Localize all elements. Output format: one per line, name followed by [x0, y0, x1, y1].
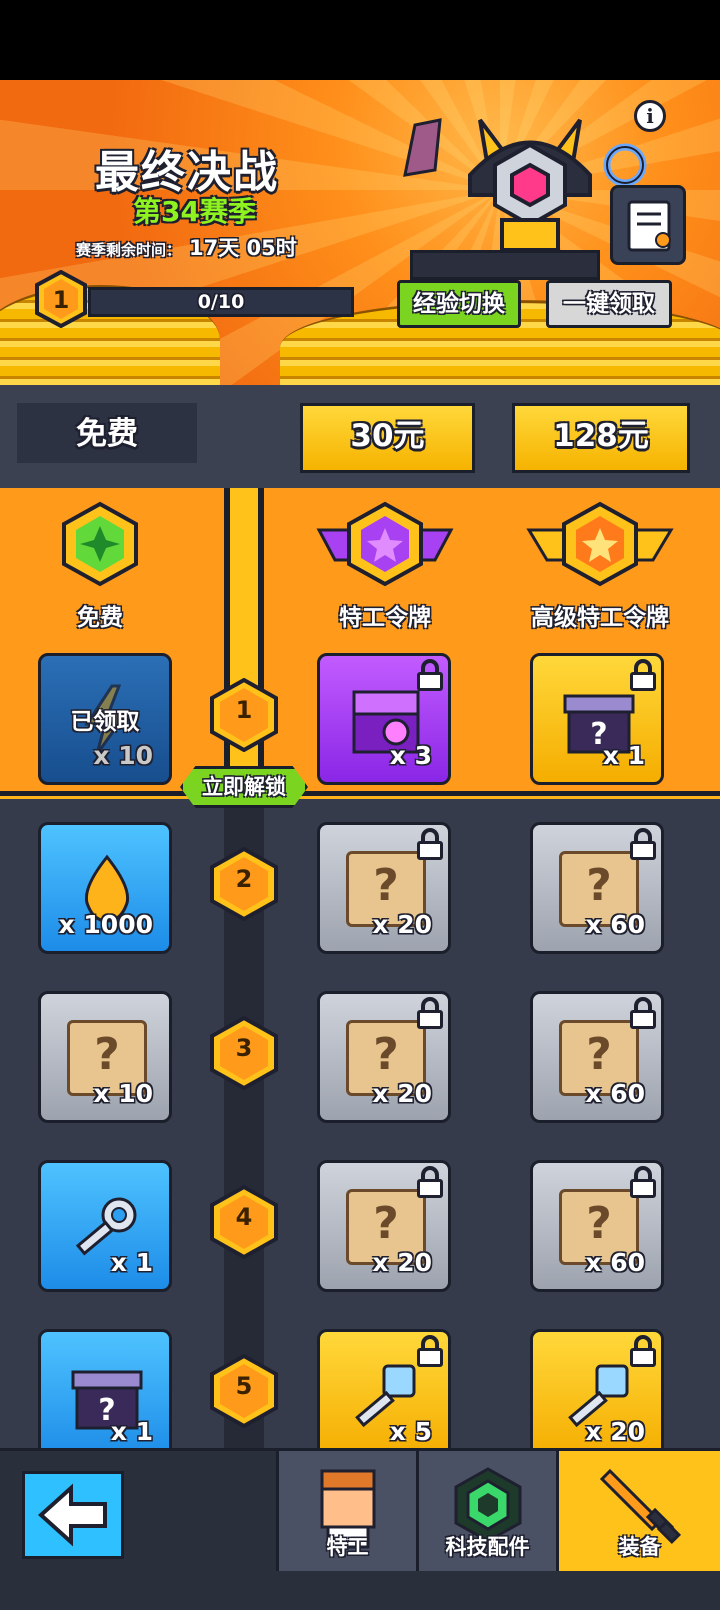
reward-qty: x 60	[585, 1248, 645, 1277]
tab-equip[interactable]: 装备	[556, 1451, 720, 1571]
tier-128-button[interactable]: 128元	[512, 403, 690, 473]
status-bar	[0, 0, 720, 80]
tab-tech-label: 科技配件	[445, 1535, 530, 1559]
level-marker-label: 5	[235, 1372, 253, 1400]
tab-tech[interactable]: 科技配件	[416, 1451, 556, 1571]
claim-all-button[interactable]: 一键领取	[546, 280, 672, 328]
tab-agent[interactable]: 特工	[276, 1451, 416, 1571]
reward-agent-4[interactable]: x 20	[317, 1160, 451, 1292]
claimed-label: 已领取	[70, 709, 140, 735]
rewards-scroll-button[interactable]	[610, 185, 686, 265]
remaining-label: 赛季剩余时间：	[76, 241, 182, 259]
reward-qty: x 1	[110, 1248, 153, 1277]
lock-icon	[415, 1166, 445, 1198]
reward-agent-2[interactable]: x 20	[317, 822, 451, 954]
pass-tier-row: 免费 30元 128元	[0, 385, 720, 488]
level-marker-label: 1	[235, 696, 253, 724]
lock-icon	[628, 659, 658, 691]
season-number: 第34赛季	[133, 195, 256, 228]
reward-premium-3[interactable]: x 60	[530, 991, 664, 1123]
reward-agent-3[interactable]: x 20	[317, 991, 451, 1123]
column-free-label: 免费	[77, 605, 123, 631]
lock-icon	[415, 659, 445, 691]
reward-free-3[interactable]: x 10	[38, 991, 172, 1123]
reward-qty: x 3	[389, 741, 432, 770]
exp-switch-button[interactable]: 经验切换	[397, 280, 521, 328]
info-icon[interactable]: i	[634, 100, 666, 132]
mecha-hero-icon	[468, 118, 592, 252]
back-arrow-icon	[38, 1483, 107, 1547]
tab-equip-label: 装备	[618, 1535, 661, 1559]
level-marker-label: 3	[235, 1034, 253, 1062]
lock-icon	[415, 828, 445, 860]
purple-star-badge-icon	[316, 501, 454, 587]
lock-icon	[415, 1335, 445, 1367]
tier-free-tab[interactable]: 免费	[17, 403, 197, 463]
reward-qty: x 20	[585, 1417, 645, 1446]
reward-premium-1[interactable]: ? x 1	[530, 653, 664, 785]
unlock-divider	[0, 791, 720, 799]
reward-qty: x 20	[372, 910, 432, 939]
exp-progress-bar: 0/10	[88, 287, 354, 317]
season-remaining-time: 赛季剩余时间： 17天 05时	[76, 232, 297, 262]
reward-free-1[interactable]: 已领取 x 10	[38, 653, 172, 785]
tab-agent-label: 特工	[326, 1535, 369, 1559]
column-free-header: 免费	[30, 500, 170, 632]
level-marker-label: 4	[235, 1203, 253, 1231]
unlock-now-button[interactable]: 立即解锁	[180, 766, 308, 808]
ring-icon	[603, 143, 647, 187]
orange-star-badge-icon	[526, 501, 674, 587]
reward-qty: x 60	[585, 1079, 645, 1108]
column-agent-header: 特工令牌	[310, 500, 460, 632]
reward-qty: x 60	[585, 910, 645, 939]
lock-icon	[628, 1166, 658, 1198]
reward-qty: x 5	[389, 1417, 432, 1446]
reward-qty: x 1000	[58, 910, 153, 939]
display-pedestal	[410, 250, 600, 280]
lock-icon	[628, 997, 658, 1029]
season-banner: 最终决战 第34赛季 赛季剩余时间： 17天 05时 1 0/10 i 经验切换 …	[0, 80, 720, 385]
level-marker-label: 2	[235, 865, 253, 893]
reward-free-2[interactable]: x 1000	[38, 822, 172, 954]
reward-premium-4[interactable]: x 60	[530, 1160, 664, 1292]
green-gem-badge-icon	[62, 501, 138, 587]
reward-qty: x 20	[372, 1248, 432, 1277]
reward-qty: x 20	[372, 1079, 432, 1108]
column-agent-label: 特工令牌	[339, 605, 431, 631]
reward-qty: x 1	[602, 741, 645, 770]
bottom-nav: 特工 科技配件 装备	[0, 1448, 720, 1610]
reward-qty: x 1	[110, 1417, 153, 1446]
current-level: 1	[52, 286, 70, 314]
exp-progress-text: 0/10	[197, 291, 245, 313]
lock-icon	[628, 1335, 658, 1367]
reward-qty: x 10	[93, 741, 153, 770]
column-premium-label: 高级特工令牌	[531, 605, 669, 631]
rewards-scroll-icon	[627, 200, 671, 252]
reward-agent-1[interactable]: x 3	[317, 653, 451, 785]
column-premium-header: 高级特工令牌	[520, 500, 680, 632]
gauntlet-icon	[403, 118, 442, 177]
reward-premium-5[interactable]: x 20	[530, 1329, 664, 1448]
reward-free-5[interactable]: ? x 1	[38, 1329, 172, 1448]
back-button[interactable]	[22, 1471, 124, 1559]
reward-free-4[interactable]: x 1	[38, 1160, 172, 1292]
reward-premium-2[interactable]: x 60	[530, 822, 664, 954]
reward-qty: x 10	[93, 1079, 153, 1108]
reward-track: 免费 特工令牌 高级特工令牌 已领取 x 10 x 3 ? x 1 x 1000…	[0, 488, 720, 1448]
tier-30-button[interactable]: 30元	[300, 403, 475, 473]
remaining-value: 17天 05时	[189, 236, 297, 260]
reward-agent-5[interactable]: x 5	[317, 1329, 451, 1448]
lock-icon	[415, 997, 445, 1029]
lock-icon	[628, 828, 658, 860]
